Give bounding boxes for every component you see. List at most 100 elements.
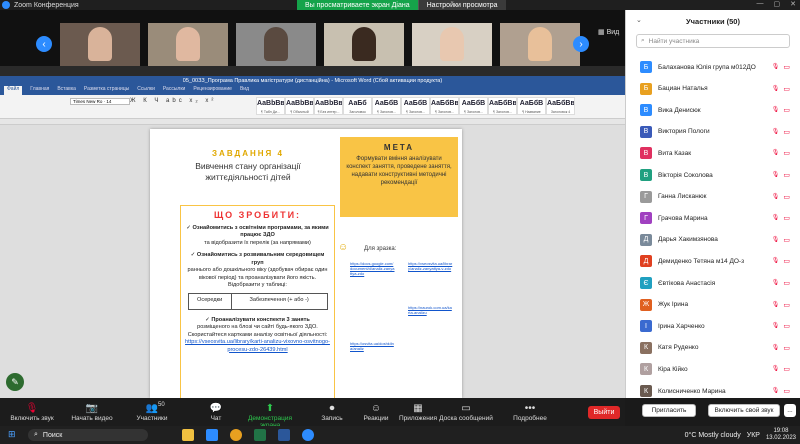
participant-row[interactable]: Ж Жук Ірина 🎙 ▭	[640, 298, 790, 312]
participant-row[interactable]: В Вика Денисюк 🎙 ▭	[640, 103, 790, 117]
toolbar-label: Чат	[210, 415, 222, 422]
participant-name: Демиденко Тетяна м14 ДО-з	[658, 257, 745, 265]
video-strip: ‹ Альона Лук'яненкоАлла ОмельченкоЄвтіко…	[0, 10, 625, 73]
browser-icon[interactable]	[206, 429, 218, 441]
style-item[interactable]: АаБбВв ¶ Заголов...	[430, 97, 459, 115]
participant-row[interactable]: Є Євтікова Анастасія 🎙 ▭	[640, 276, 790, 290]
style-item[interactable]: АаБбВ ¶ Заголов...	[459, 97, 488, 115]
toolbar-button[interactable]: 📷 Начать видео	[62, 402, 122, 422]
participant-avatar: Д	[640, 255, 652, 268]
toolbar-button[interactable]: ••• Подробнее	[500, 402, 560, 422]
ribbon-tab[interactable]: Главная	[30, 86, 49, 95]
participant-row[interactable]: В Виктория Пологи 🎙 ▭	[640, 125, 790, 139]
participant-row[interactable]: Б Бациан Наталья 🎙 ▭	[640, 82, 790, 96]
style-item[interactable]: АаBbВвГг ¶ Обычный	[285, 97, 314, 115]
view-button[interactable]: ▦ Вид	[598, 28, 619, 36]
ribbon-tab[interactable]: Рецензирование	[193, 86, 232, 95]
clock[interactable]: 19:08 13.02.2023	[766, 428, 796, 442]
participant-avatar: К	[640, 363, 652, 376]
windows-start-icon[interactable]: ⊞	[8, 429, 16, 440]
style-item[interactable]: АаБбВвГ Заголовок 4	[546, 97, 575, 115]
style-name: Заголовок 4	[550, 110, 571, 114]
toolbar-button[interactable]: ▭ Доска сообщений	[436, 402, 496, 422]
style-item[interactable]: АаБбВ ¶ Заголов...	[401, 97, 430, 115]
pen-icon[interactable]: ✎	[6, 373, 24, 391]
sample-link-1[interactable]: https://docs.google.com/document/d/anali…	[350, 261, 395, 276]
chrome-icon[interactable]	[230, 429, 242, 441]
close-button[interactable]: ✕	[790, 0, 796, 8]
participant-row[interactable]: К Кіра Кійко 🎙 ▭	[640, 362, 790, 376]
unmute-self-button[interactable]: Включить свой звук	[708, 404, 780, 417]
toolbar-button[interactable]: ⬆Демонстрация экрана	[240, 402, 300, 429]
areas-table: Осередки Забезпечення (+ або -)	[187, 292, 328, 310]
style-item[interactable]: АаBbВвГг ¶ Без интер...	[314, 97, 343, 115]
participant-row[interactable]: Г Ганна Лисканюк 🎙 ▭	[640, 190, 790, 204]
style-item[interactable]: АаБбВвІ ¶ Заголов...	[488, 97, 517, 115]
participants-button[interactable]: 👥 50 Участники	[122, 402, 182, 422]
ribbon-tab[interactable]: Рассылки	[163, 86, 185, 95]
camera-off-icon: ▭	[783, 85, 790, 93]
strip-prev-button[interactable]: ‹	[36, 36, 52, 52]
participant-name: Вика Денисюк	[658, 106, 701, 114]
sample-link-3[interactable]: https://naurok.com.ua/karta-analizu	[408, 305, 453, 315]
style-item[interactable]: АаBbВвГг ¶ Табл Ди...	[256, 97, 285, 115]
participant-row[interactable]: К Колисниченко Марина 🎙 ▭	[640, 384, 790, 398]
font-selector[interactable]: Times New Ro · 14	[70, 98, 130, 105]
participant-row[interactable]: Д Дарья Хакимзянова 🎙 ▭	[640, 233, 790, 247]
goal-box: МЕТА Формувати вміння аналізувати конспе…	[340, 137, 458, 217]
mic-muted-icon: 🎙	[771, 366, 780, 373]
language-indicator[interactable]: УКР	[747, 432, 760, 439]
taskbar-search-label: Поиск	[42, 431, 63, 439]
participant-status: 🎙 ▭	[772, 322, 790, 330]
invite-button[interactable]: Пригласить	[642, 404, 696, 417]
taskbar-search[interactable]: ⌕ Поиск	[28, 429, 148, 441]
goal-heading: МЕТА	[383, 143, 415, 152]
participant-row[interactable]: К Катя Руденко 🎙 ▭	[640, 341, 790, 355]
view-settings-button[interactable]: Настройки просмотра	[417, 0, 506, 10]
style-item[interactable]: АаБбВ ¶ Название	[517, 97, 546, 115]
participant-row[interactable]: Г Грачова Марина 🎙 ▭	[640, 211, 790, 225]
zoom-icon[interactable]	[302, 429, 314, 441]
ribbon-tab[interactable]: Разметка страницы	[84, 86, 129, 95]
minimize-button[interactable]: —	[757, 0, 764, 8]
camera-off-icon: ▭	[783, 258, 790, 266]
style-item[interactable]: АаБб Заголовок	[343, 97, 372, 115]
table-header-areas: Осередки	[187, 292, 232, 310]
participants-count: 50	[158, 402, 165, 408]
mic-muted-icon: 🎙	[771, 388, 780, 394]
participant-row[interactable]: І Ірина Харченко 🎙 ▭	[640, 319, 790, 333]
toolbar-label: Участники	[136, 415, 168, 422]
ribbon-tab[interactable]: Файл	[4, 86, 23, 95]
ribbon-tab[interactable]: Ссылки	[137, 86, 155, 95]
file-explorer-icon[interactable]	[182, 429, 194, 441]
participant-name: Ірина Харченко	[658, 322, 705, 330]
participant-search-input[interactable]: ⌕ Найти участника	[636, 34, 790, 48]
analysis-cards-link[interactable]: https://vseosvita.ua/library/karti-anali…	[185, 339, 330, 354]
window-title: Zoom Конференция	[14, 1, 79, 9]
toolbar-button[interactable]: 💬 Чат	[186, 402, 246, 422]
word-icon[interactable]	[278, 429, 290, 441]
ribbon-tab[interactable]: Вставка	[57, 86, 76, 95]
leave-button[interactable]: Выйти	[588, 406, 620, 419]
collapse-panel-button[interactable]: ⌄	[636, 16, 642, 24]
participant-row[interactable]: Д Демиденко Тетяна м14 ДО-з 🎙 ▭	[640, 254, 790, 268]
sample-text: Для зразка:	[364, 246, 397, 252]
shared-screen: 05_00ЗЗ_Програма Правлика магістратури (…	[0, 66, 625, 398]
todo-item-2: ✓ Ознайомитись з розвивальним середовище…	[190, 252, 325, 266]
mic-muted-icon: 🎙	[25, 403, 39, 414]
style-item[interactable]: АаБбВ ¶ Заголов...	[372, 97, 401, 115]
strip-next-button[interactable]: ›	[573, 36, 589, 52]
participant-row[interactable]: В Вита Казак 🎙 ▭	[640, 146, 790, 160]
mic-muted-icon: 🎙	[771, 215, 780, 222]
styles-gallery: АаBbВвГг¶ Табл Ди...АаBbВвГг¶ ОбычныйАаB…	[256, 97, 575, 115]
more-options-button[interactable]: ...	[784, 404, 796, 417]
participant-row[interactable]: Б Балаханова Юлія група м012ДО 🎙 ▭	[640, 60, 790, 74]
ribbon-tab[interactable]: Вид	[240, 86, 249, 95]
weather-status[interactable]: 0°C Mostly cloudy	[685, 432, 741, 439]
sample-link-4[interactable]: https://osvita.ua/doshkilna/analiz	[350, 341, 395, 351]
toolbar-button[interactable]: 🎙 Включить звук	[2, 402, 62, 422]
excel-icon[interactable]	[254, 429, 266, 441]
participant-row[interactable]: В Вікторія Соколова 🎙 ▭	[640, 168, 790, 182]
sample-link-2[interactable]: https://vseosvita.ua/library/analiz-zany…	[408, 261, 453, 271]
maximize-button[interactable]: ▢	[774, 0, 781, 8]
